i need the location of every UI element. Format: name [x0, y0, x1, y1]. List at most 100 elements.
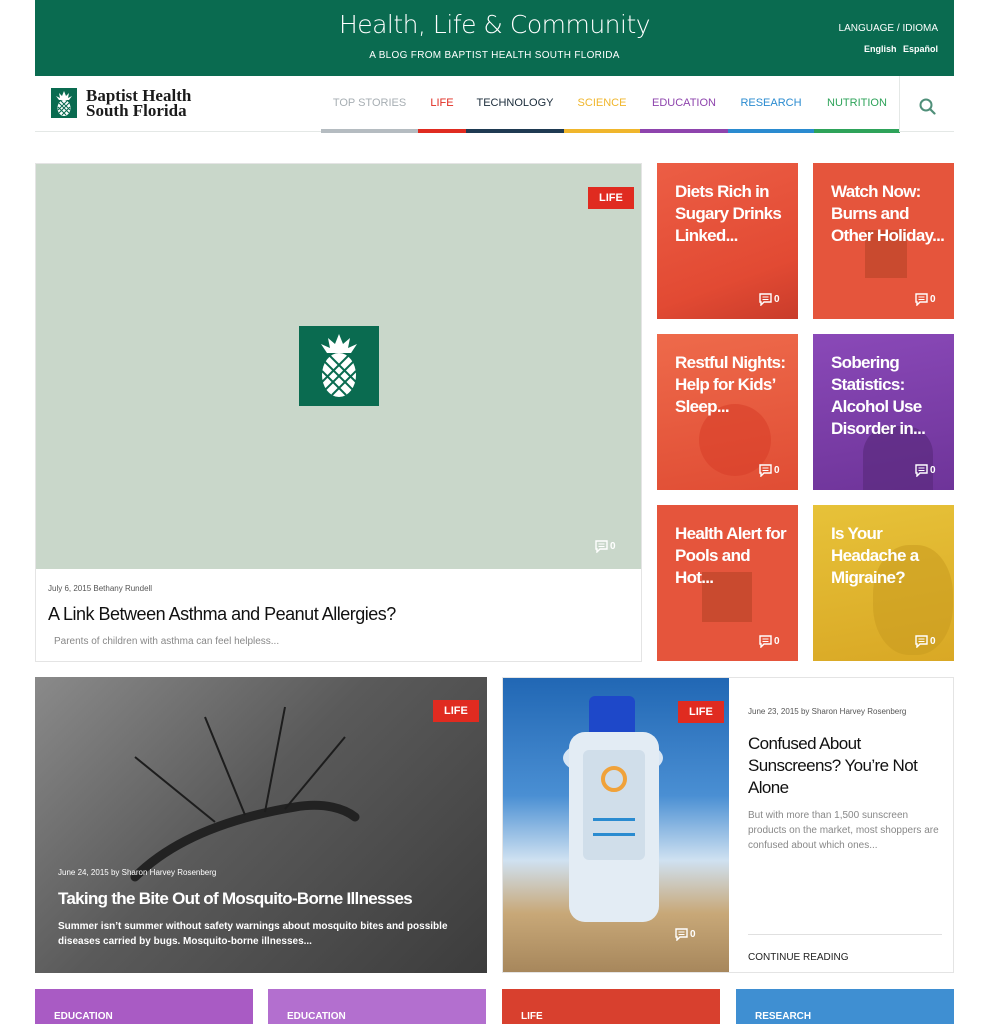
- comment-icon: [915, 635, 928, 648]
- article-title[interactable]: Taking the Bite Out of Mosquito-Borne Il…: [58, 889, 413, 909]
- nav-underline: [418, 129, 466, 133]
- article-author[interactable]: Bethany Rundell: [93, 584, 152, 593]
- category-badge[interactable]: LIFE: [433, 700, 479, 722]
- page: Health, Life & Community A BLOG FROM BAP…: [0, 0, 991, 1024]
- tile-title: Is Your Headache a Migraine?: [831, 524, 919, 587]
- article-excerpt: But with more than 1,500 sunscreen produ…: [748, 810, 939, 851]
- article-card-partial[interactable]: EDUCATION: [35, 989, 253, 1024]
- language-english-link[interactable]: English: [864, 44, 897, 54]
- article-meta: July 6, 2015 Bethany Rundell: [48, 584, 152, 593]
- article-meta: June 24, 2015 by Sharon Harvey Rosenberg: [58, 868, 216, 877]
- comment-icon: [595, 540, 608, 553]
- article-card-partial[interactable]: LIFE: [502, 989, 720, 1024]
- category-badge[interactable]: LIFE: [678, 701, 724, 723]
- logo[interactable]: Baptist Health South Florida: [51, 87, 191, 120]
- continue-reading-link[interactable]: CONTINUE READING: [748, 952, 849, 963]
- site-title[interactable]: Health, Life & Community: [35, 10, 954, 39]
- mosquito-image-shape: [130, 706, 360, 882]
- nav-label: TOP STORIES: [332, 97, 407, 109]
- by-word: by: [110, 868, 120, 877]
- sun-icon: [601, 766, 627, 792]
- comment-count-value: 0: [610, 541, 616, 552]
- comment-count[interactable]: 0: [759, 293, 780, 306]
- nav-underline: [564, 129, 640, 133]
- comment-icon: [759, 293, 772, 306]
- comment-count-value: 0: [930, 294, 936, 305]
- tile-title: Sobering Statistics: Alcohol Use Disorde…: [831, 353, 926, 438]
- nav-label: SCIENCE: [577, 97, 627, 109]
- logo-line-2: South Florida: [86, 101, 187, 120]
- article-title[interactable]: A Link Between Asthma and Peanut Allergi…: [48, 604, 396, 625]
- article-tile[interactable]: Diets Rich in Sugary Drinks Linked... 0: [657, 163, 798, 319]
- article-tile[interactable]: Restful Nights: Help for Kids’ Sleep... …: [657, 334, 798, 490]
- article-tile[interactable]: Health Alert for Pools and Hot... 0: [657, 505, 798, 661]
- comment-icon: [915, 464, 928, 477]
- category-label[interactable]: LIFE: [521, 1011, 543, 1022]
- article-author[interactable]: Sharon Harvey Rosenberg: [122, 868, 217, 877]
- article-excerpt: Summer isn’t summer without safety warni…: [58, 921, 448, 947]
- category-nav: TOP STORIES LIFE TECHNOLOGY SCIENCE EDUC…: [321, 76, 900, 133]
- comment-icon: [675, 928, 688, 941]
- article-card-split[interactable]: LIFE 0 June 23, 2015 by Sharon Harvey Ro…: [502, 677, 954, 973]
- comment-count[interactable]: 0: [759, 635, 780, 648]
- nav-underline: [466, 129, 564, 133]
- pineapple-placeholder-icon: [299, 326, 379, 406]
- comment-icon: [915, 293, 928, 306]
- nav-education[interactable]: EDUCATION: [640, 76, 728, 133]
- nav-nutrition[interactable]: NUTRITION: [814, 76, 900, 133]
- comment-count[interactable]: 0: [759, 464, 780, 477]
- article-tile[interactable]: Watch Now: Burns and Other Holiday... 0: [813, 163, 954, 319]
- category-badge[interactable]: LIFE: [588, 187, 634, 209]
- main-nav-bar: Baptist Health South Florida TOP STORIES…: [35, 76, 954, 133]
- nav-science[interactable]: SCIENCE: [564, 76, 640, 133]
- language-options: English Español: [860, 44, 938, 54]
- nav-underline: [814, 129, 900, 133]
- tile-title: Health Alert for Pools and Hot...: [675, 524, 787, 587]
- divider: [748, 934, 942, 935]
- nav-top-stories[interactable]: TOP STORIES: [321, 76, 418, 133]
- nav-life[interactable]: LIFE: [418, 76, 466, 133]
- search-button[interactable]: [899, 76, 954, 132]
- bottle-body: [569, 732, 659, 922]
- article-card-partial[interactable]: RESEARCH: [736, 989, 954, 1024]
- tile-title: Restful Nights: Help for Kids’ Sleep...: [675, 353, 786, 416]
- nav-label: RESEARCH: [740, 97, 802, 109]
- pineapple-logo-icon: [51, 88, 77, 118]
- article-date: July 6, 2015: [48, 584, 92, 593]
- site-subtitle: A BLOG FROM BAPTIST HEALTH SOUTH FLORIDA: [369, 50, 620, 61]
- language-label: LANGUAGE / IDIOMA: [838, 23, 938, 34]
- article-tile[interactable]: Sobering Statistics: Alcohol Use Disorde…: [813, 334, 954, 490]
- bottle-cap: [589, 696, 635, 734]
- comment-count[interactable]: 0: [915, 464, 936, 477]
- category-label[interactable]: EDUCATION: [287, 1011, 346, 1022]
- article-excerpt: Parents of children with asthma can feel…: [54, 636, 280, 647]
- nav-technology[interactable]: TECHNOLOGY: [466, 76, 564, 133]
- featured-article-card[interactable]: LIFE 0 July 6, 2015 Bethany Rundell A Li…: [35, 163, 642, 662]
- comment-count[interactable]: 0: [675, 928, 696, 941]
- article-date: June 24, 2015: [58, 868, 109, 877]
- nav-label: EDUCATION: [652, 97, 716, 109]
- category-label[interactable]: RESEARCH: [755, 1011, 811, 1022]
- comment-count-value: 0: [774, 465, 780, 476]
- article-card-wide[interactable]: LIFE June 24, 2015 by Sharon Harvey Rose…: [35, 677, 487, 973]
- nav-research[interactable]: RESEARCH: [728, 76, 814, 133]
- article-tile[interactable]: Is Your Headache a Migraine? 0: [813, 505, 954, 661]
- article-title[interactable]: Confused About Sunscreens? You’re Not Al…: [748, 733, 943, 799]
- article-author[interactable]: Sharon Harvey Rosenberg: [812, 707, 907, 716]
- article-card-partial[interactable]: EDUCATION: [268, 989, 486, 1024]
- language-spanish-link[interactable]: Español: [903, 44, 938, 54]
- by-word: by: [800, 707, 810, 716]
- featured-article-image[interactable]: LIFE 0: [36, 164, 641, 569]
- comment-count-value: 0: [774, 636, 780, 647]
- nav-label: NUTRITION: [827, 97, 887, 109]
- comment-count-value: 0: [930, 636, 936, 647]
- search-icon: [919, 98, 936, 115]
- comment-count[interactable]: 0: [915, 635, 936, 648]
- category-label[interactable]: EDUCATION: [54, 1011, 113, 1022]
- comment-count[interactable]: 0: [595, 540, 616, 553]
- wave-icon: [593, 818, 635, 836]
- article-meta: June 23, 2015 by Sharon Harvey Rosenberg: [748, 707, 906, 716]
- nav-underline: [321, 129, 418, 133]
- comment-icon: [759, 464, 772, 477]
- comment-count[interactable]: 0: [915, 293, 936, 306]
